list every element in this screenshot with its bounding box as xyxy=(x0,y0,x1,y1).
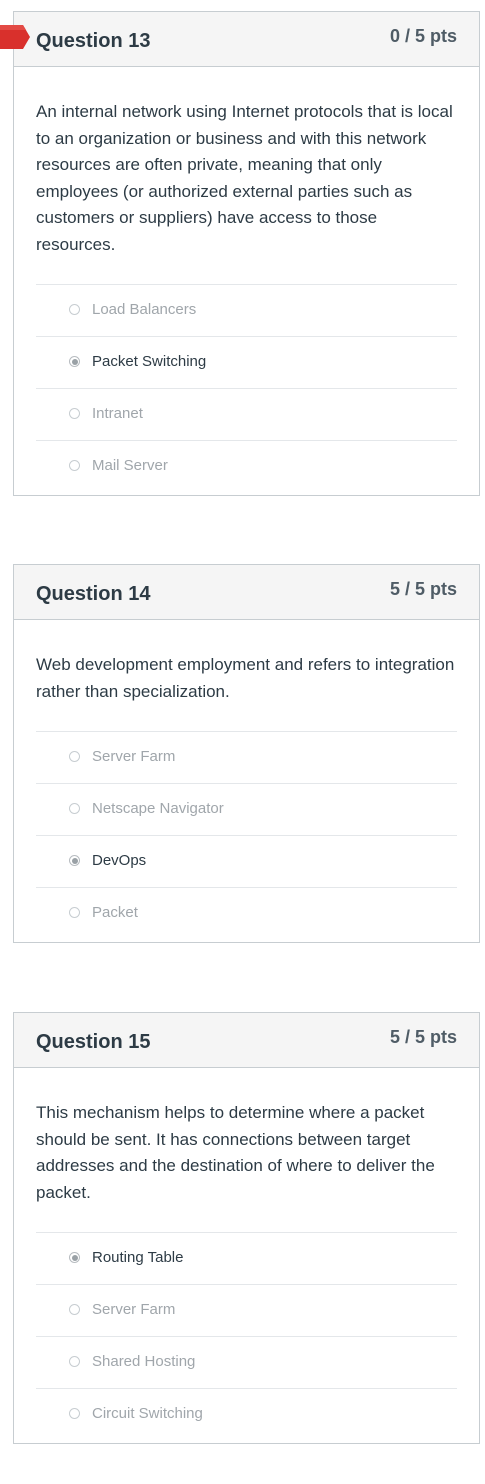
question-text: This mechanism helps to determine where … xyxy=(36,1103,435,1202)
answer-list: Load Balancers Packet Switching Intranet… xyxy=(36,284,457,495)
answer-label: Server Farm xyxy=(92,1301,176,1318)
answer-option[interactable]: DevOps xyxy=(36,836,457,888)
question-points: 0 / 5 pts xyxy=(389,26,457,46)
answer-label: Packet Switching xyxy=(92,353,207,370)
answer-option[interactable]: Packet Switching xyxy=(36,337,457,389)
radio-selected-icon[interactable] xyxy=(69,356,80,367)
answer-label: Shared Hosting xyxy=(92,1353,196,1370)
answer-option[interactable]: Routing Table xyxy=(36,1233,457,1285)
question-title: Question 15 xyxy=(36,1031,151,1053)
radio-icon[interactable] xyxy=(69,460,80,471)
answer-label: Packet xyxy=(92,904,138,921)
radio-icon[interactable] xyxy=(69,1304,80,1315)
question-title: Question 13 xyxy=(36,30,151,52)
flag-icon[interactable] xyxy=(0,22,30,52)
question-body: An internal network using Internet proto… xyxy=(14,67,479,495)
radio-icon[interactable] xyxy=(69,1356,80,1367)
answer-option[interactable]: Circuit Switching xyxy=(36,1389,457,1443)
question-body: This mechanism helps to determine where … xyxy=(14,1068,479,1443)
radio-icon[interactable] xyxy=(69,803,80,814)
question-header: Question 13 0 / 5 pts xyxy=(14,12,479,67)
answer-option[interactable]: Intranet xyxy=(36,389,457,441)
quiz-results-page: Question 13 0 / 5 pts An internal networ… xyxy=(0,0,485,1484)
radio-icon[interactable] xyxy=(69,751,80,762)
answer-list: Server Farm Netscape Navigator DevOps Pa… xyxy=(36,731,457,942)
question-title: Question 14 xyxy=(36,583,151,605)
answer-label: Circuit Switching xyxy=(92,1405,203,1422)
answer-label: Mail Server xyxy=(92,457,168,474)
answer-option[interactable]: Shared Hosting xyxy=(36,1337,457,1389)
answer-label: Intranet xyxy=(92,405,143,422)
question-header: Question 14 5 / 5 pts xyxy=(14,565,479,620)
radio-selected-icon[interactable] xyxy=(69,855,80,866)
answer-option[interactable]: Mail Server xyxy=(36,441,457,495)
question-13: Question 13 0 / 5 pts An internal networ… xyxy=(13,11,480,496)
answer-list: Routing Table Server Farm Shared Hosting… xyxy=(36,1232,457,1443)
answer-option[interactable]: Packet xyxy=(36,888,457,942)
radio-selected-icon[interactable] xyxy=(69,1252,80,1263)
question-points: 5 / 5 pts xyxy=(389,1027,457,1047)
question-text: Web development employment and refers to… xyxy=(36,655,455,701)
question-14: Question 14 5 / 5 pts Web development em… xyxy=(13,564,480,943)
radio-icon[interactable] xyxy=(69,304,80,315)
question-body: Web development employment and refers to… xyxy=(14,620,479,942)
answer-option[interactable]: Server Farm xyxy=(36,732,457,784)
answer-label: Server Farm xyxy=(92,748,176,765)
question-text: An internal network using Internet proto… xyxy=(36,102,453,254)
radio-icon[interactable] xyxy=(69,1408,80,1419)
radio-icon[interactable] xyxy=(69,408,80,419)
question-15: Question 15 5 / 5 pts This mechanism hel… xyxy=(13,1012,480,1444)
question-header: Question 15 5 / 5 pts xyxy=(14,1013,479,1068)
answer-option[interactable]: Netscape Navigator xyxy=(36,784,457,836)
answer-label: Routing Table xyxy=(92,1249,184,1266)
answer-label: Load Balancers xyxy=(92,301,197,318)
answer-option[interactable]: Load Balancers xyxy=(36,285,457,337)
answer-label: DevOps xyxy=(92,852,147,869)
answer-label: Netscape Navigator xyxy=(92,800,224,817)
answer-option[interactable]: Server Farm xyxy=(36,1285,457,1337)
radio-icon[interactable] xyxy=(69,907,80,918)
question-points: 5 / 5 pts xyxy=(389,579,457,599)
